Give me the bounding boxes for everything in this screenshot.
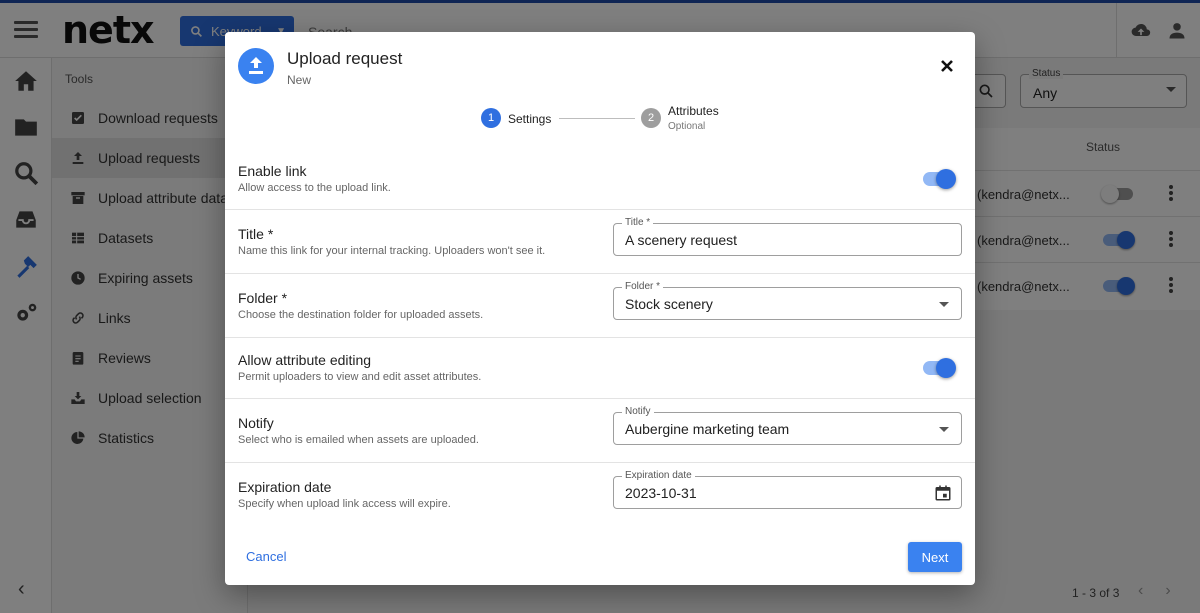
folder-select[interactable]: Folder * Stock scenery (613, 281, 962, 320)
enable-link-row: Enable link Allow access to the upload l… (225, 152, 975, 210)
step-1-label: Settings (508, 112, 552, 126)
step-connector (559, 118, 635, 119)
title-row-desc: Name this link for your internal trackin… (238, 245, 546, 257)
folder-select-label: Folder * (622, 281, 664, 292)
title-input-value: A scenery request (625, 232, 738, 248)
notify-row-desc: Select who is emailed when assets are up… (238, 434, 479, 446)
attribute-editing-title: Allow attribute editing (238, 352, 372, 368)
title-input[interactable]: Title * A scenery request (613, 217, 962, 256)
attribute-editing-desc: Permit uploaders to view and edit asset … (238, 371, 482, 383)
cancel-button[interactable]: Cancel (246, 549, 286, 564)
notify-row: Notify Select who is emailed when assets… (225, 399, 975, 463)
close-icon[interactable] (939, 58, 955, 74)
expiration-date-label: Expiration date (622, 470, 695, 481)
stepper: 1 Settings 2 Attributes Optional (481, 104, 741, 136)
step-1-circle[interactable]: 1 (481, 108, 501, 128)
chevron-down-icon (939, 427, 949, 432)
expiration-row-desc: Specify when upload link access will exp… (238, 498, 451, 510)
expiration-date-value: 2023-10-31 (625, 485, 697, 501)
notify-select-label: Notify (622, 406, 654, 417)
step-2-label: Attributes (668, 104, 719, 118)
upload-request-dialog: Upload request New 1 Settings 2 Attribut… (225, 32, 975, 585)
dialog-subtitle: New (287, 73, 312, 87)
notify-select-value: Aubergine marketing team (625, 421, 790, 437)
folder-row-desc: Choose the destination folder for upload… (238, 309, 484, 321)
attribute-editing-row: Allow attribute editing Permit uploaders… (225, 338, 975, 399)
title-row: Title * Name this link for your internal… (225, 210, 975, 274)
upload-badge-icon (238, 48, 274, 84)
attribute-editing-toggle[interactable] (923, 358, 956, 378)
chevron-down-icon (939, 302, 949, 307)
step-2-circle[interactable]: 2 (641, 108, 661, 128)
expiration-date-input[interactable]: Expiration date 2023-10-31 (613, 470, 962, 509)
calendar-icon[interactable] (934, 484, 952, 502)
folder-select-value: Stock scenery (625, 296, 713, 312)
enable-link-toggle[interactable] (923, 169, 956, 189)
folder-row: Folder * Choose the destination folder f… (225, 274, 975, 338)
enable-link-desc: Allow access to the upload link. (238, 182, 391, 194)
title-row-title: Title * (238, 226, 274, 242)
folder-row-title: Folder * (238, 290, 288, 306)
expiration-row-title: Expiration date (238, 479, 332, 495)
notify-row-title: Notify (238, 415, 274, 431)
next-button[interactable]: Next (908, 542, 962, 572)
expiration-row: Expiration date Specify when upload link… (225, 463, 975, 527)
dialog-title: Upload request (287, 49, 403, 68)
enable-link-title: Enable link (238, 163, 307, 179)
title-input-label: Title * (622, 217, 654, 228)
notify-select[interactable]: Notify Aubergine marketing team (613, 406, 962, 445)
step-2-optional: Optional (668, 121, 706, 132)
